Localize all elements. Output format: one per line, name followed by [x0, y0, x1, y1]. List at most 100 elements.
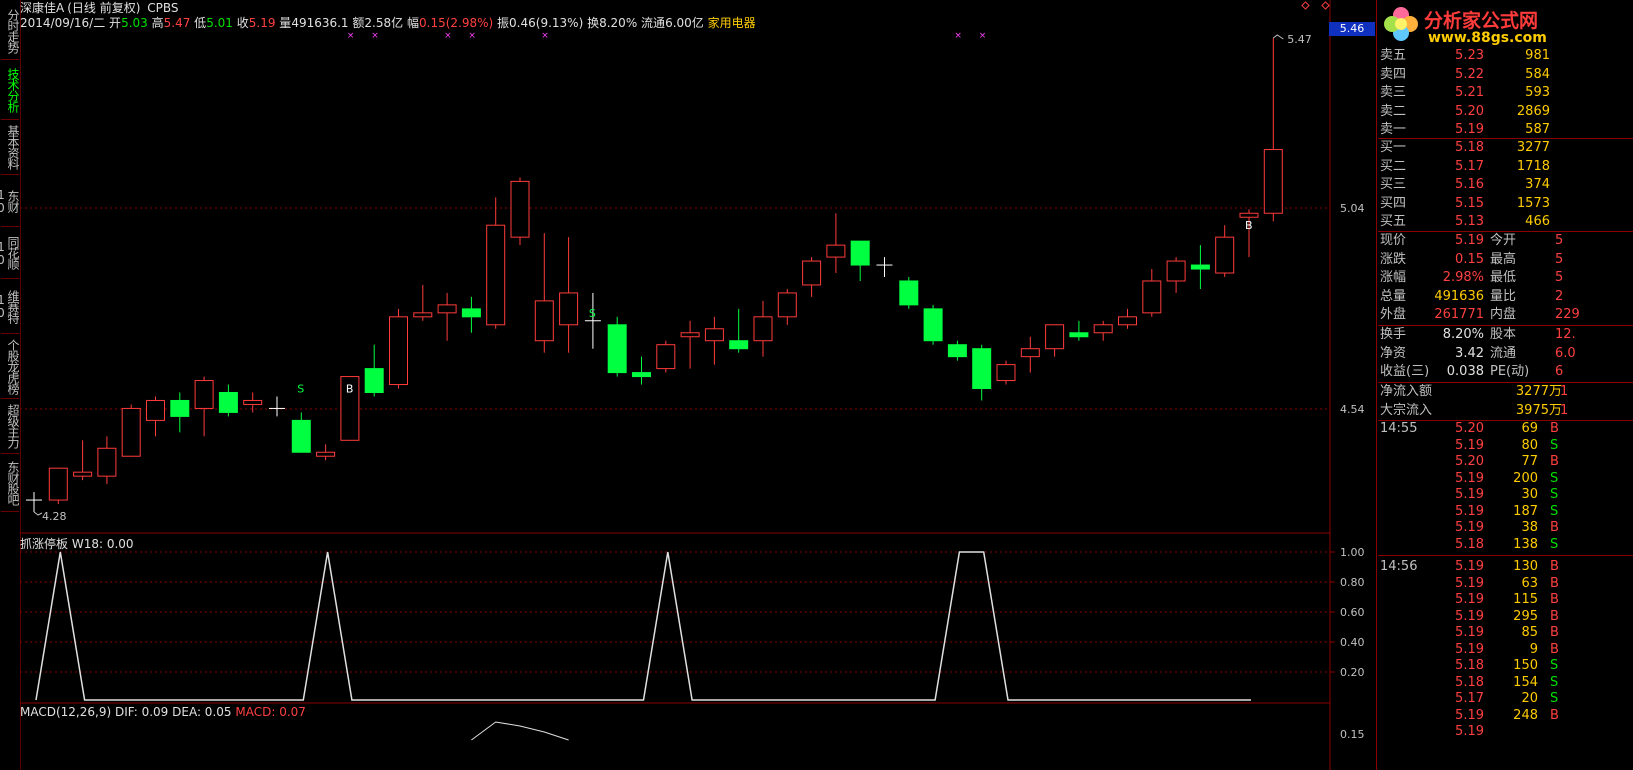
stat-value-2: 12. [1555, 327, 1576, 342]
candle [146, 396, 165, 437]
stat-row: 收益(三) 0.038 PE(动) 6 [1380, 363, 1633, 381]
close-label: 收 [236, 16, 249, 30]
tick-side: S [1550, 470, 1559, 486]
ask-price: 5.19 [1455, 122, 1484, 137]
candle [1239, 209, 1259, 258]
tick-price: 5.20 [1455, 454, 1484, 469]
left-tab-7[interactable]: 个股龙虎榜 [1, 334, 20, 399]
tick-side: B [1550, 520, 1559, 535]
candle-body [486, 224, 506, 326]
ask-vol: 587 [1525, 122, 1550, 137]
candle-body [753, 316, 773, 342]
tick-row: 5.17 20 S [1380, 691, 1633, 707]
stat-value-2: 2 [1555, 288, 1564, 304]
ask-price: 5.23 [1455, 48, 1484, 63]
stat-value: 491636 [1434, 288, 1484, 304]
sub1-axis-label: 0.20 [1340, 666, 1365, 679]
ask-vol: 2869 [1516, 103, 1550, 119]
bid-row: 买三 5.16 374 [1380, 176, 1633, 194]
period-label: (日线 前复权) [67, 1, 141, 15]
stat-label: 外盘 [1380, 307, 1407, 322]
tick-vol: 130 [1513, 559, 1538, 574]
tick-vol: 38 [1521, 520, 1538, 535]
left-tab-9[interactable]: 东财股吧 [1, 454, 20, 512]
amp-value: 0.46(9.13%) [509, 16, 584, 30]
kline-chart[interactable]: 5.04 4.54 1.00 0.80 0.60 0.40 0.20 0.15 5.47 4.2… [20, 0, 1376, 770]
tick-row: 5.19 63 B [1380, 576, 1633, 592]
stat-value-2: 6.0 [1555, 345, 1576, 361]
tick-price: 5.19 [1455, 487, 1484, 502]
stat-value-2: 229 [1555, 307, 1580, 322]
candle [48, 467, 68, 505]
candle [1190, 245, 1210, 289]
candle-body [1020, 348, 1040, 358]
low-label: 低 [194, 16, 207, 30]
stat-value: 261771 [1434, 307, 1484, 322]
left-tab-1[interactable]: 分时走势 [1, 2, 20, 60]
amt-label: 额 [352, 16, 365, 30]
tick-price: 5.18 [1455, 658, 1484, 673]
candle-body [1069, 332, 1089, 338]
left-tab-4[interactable]: 东财10 [0, 175, 20, 227]
tick-time: 14:56 [1380, 559, 1418, 574]
stat-row: 净资 3.42 流通 6.0 [1380, 345, 1633, 363]
bid-price: 5.15 [1455, 195, 1484, 211]
tick-side: B [1550, 592, 1559, 607]
tick-side: S [1550, 487, 1559, 502]
bid-price: 5.17 [1455, 158, 1484, 174]
candle [680, 320, 700, 369]
tick-side: S [1550, 691, 1559, 706]
bid-price: 5.18 [1455, 140, 1484, 155]
candle [899, 276, 919, 309]
turn-value: 8.20% [599, 16, 638, 30]
candle-body [73, 471, 93, 477]
candle-body [1215, 236, 1235, 274]
candle [73, 440, 93, 481]
tick-price: 5.18 [1455, 536, 1484, 552]
candle-body [534, 300, 554, 342]
logo-url[interactable]: www.88gs.com [1428, 30, 1547, 46]
low-value: 5.01 [206, 16, 233, 30]
tick-row: 5.19 200 S [1380, 471, 1633, 487]
candle-body [364, 368, 384, 394]
stock-name: 深康佳A [20, 1, 65, 15]
left-tab-5[interactable]: 同花顺10 [0, 227, 20, 279]
tick-row: 5.20 77 B [1380, 454, 1633, 470]
candle-body [850, 240, 870, 266]
bid-label: 买四 [1380, 195, 1407, 211]
stat-value: 8.20% [1442, 327, 1484, 342]
tick-side: S [1550, 503, 1559, 519]
tick-price: 5.19 [1455, 503, 1484, 519]
bid-label: 买五 [1380, 214, 1407, 229]
ask-label: 卖四 [1380, 66, 1407, 82]
candle [777, 288, 797, 325]
signal-x-marker: × [468, 31, 476, 41]
left-tab-8[interactable]: 超级主力 [1, 399, 20, 454]
stat-value-2: 5 [1555, 233, 1564, 248]
candle [413, 284, 433, 321]
stat-row: 涨幅 2.98% 最低 5 [1380, 269, 1633, 287]
candle [947, 340, 967, 361]
candle-body [170, 399, 190, 417]
price-axis-label: 5.04 [1340, 202, 1365, 215]
candle [802, 257, 822, 297]
tick-vol: 295 [1513, 608, 1538, 624]
tick-side: B [1550, 421, 1559, 436]
left-tab-6[interactable]: 维赛特10 [0, 279, 20, 334]
tick-side: B [1550, 608, 1559, 624]
stat-value: 2.98% [1442, 270, 1484, 285]
sub1-title: 抓涨停板 W18: 0.00 [20, 535, 134, 552]
left-tab-3[interactable]: 基本资料 [1, 120, 20, 175]
candle [97, 436, 117, 485]
left-tab-2[interactable]: 技术分析 [1, 60, 20, 120]
ask-vol: 981 [1525, 48, 1550, 63]
chg-value: 0.15(2.98%) [419, 16, 494, 30]
flow-row: 净流入额 3277万 1 [1380, 383, 1633, 401]
candle-body [316, 451, 336, 457]
stat-label-2: 股本 [1490, 327, 1517, 342]
ask-row: 卖二 5.20 2869 [1380, 103, 1633, 121]
indicator-name[interactable]: CPBS [147, 1, 178, 15]
divider [1378, 555, 1633, 556]
candle-body [1166, 260, 1186, 282]
min-price-label: 4.28 [42, 510, 67, 523]
